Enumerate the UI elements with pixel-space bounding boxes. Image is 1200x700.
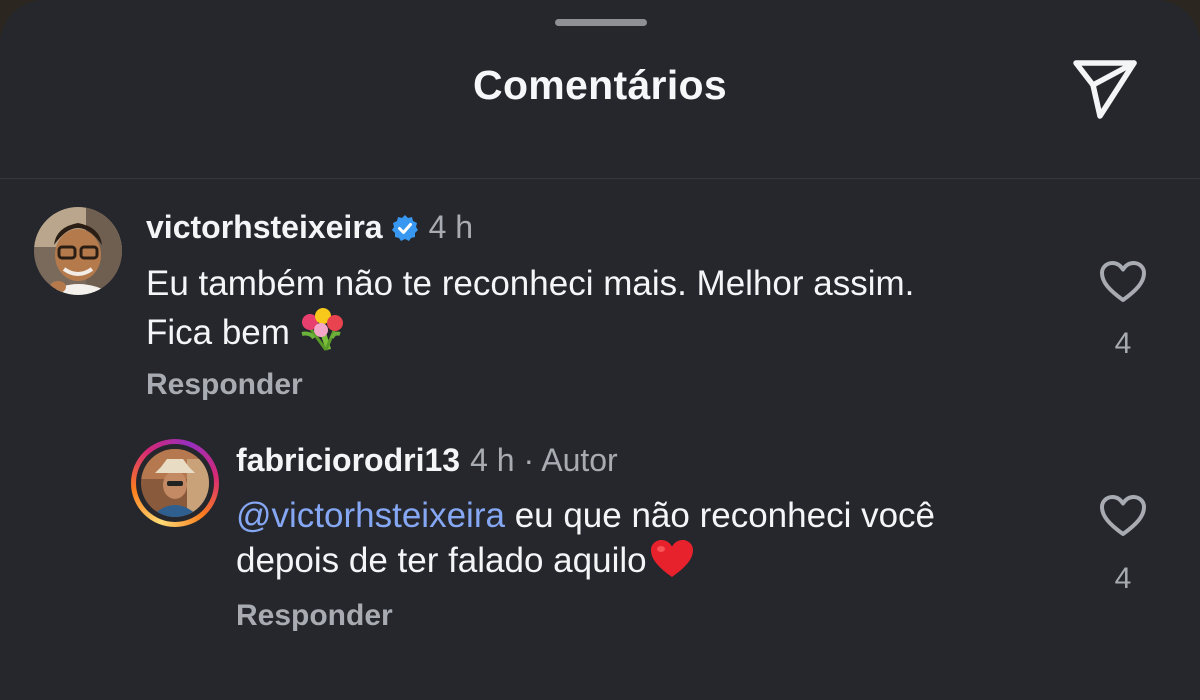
comment-text: @victorhsteixeira eu que não reconheci v… xyxy=(236,494,1076,591)
header-divider xyxy=(0,178,1200,179)
reply-button[interactable]: Responder xyxy=(146,368,303,402)
share-button[interactable] xyxy=(1070,58,1140,120)
comment-text-line: depois de ter falado aquilo xyxy=(236,538,1076,591)
like-count: 4 xyxy=(1114,327,1132,360)
reply-button[interactable]: Responder xyxy=(236,599,393,633)
avatar[interactable] xyxy=(34,207,122,295)
comments-sheet: Comentários victorhsteixeira 4 h Eu tamb… xyxy=(0,0,1200,700)
like-button[interactable] xyxy=(1099,260,1147,304)
comment-header: victorhsteixeira 4 h xyxy=(146,207,473,251)
comment-text: Eu também não te reconheci mais. Melhor … xyxy=(146,262,1066,363)
mention-link[interactable]: @victorhsteixeira xyxy=(236,496,505,535)
comment-time: 4 h xyxy=(470,442,515,478)
bouquet-emoji-icon xyxy=(296,306,346,363)
heart-outline-icon xyxy=(1100,261,1146,302)
comment-username[interactable]: fabriciorodri13 xyxy=(236,442,460,478)
comment-username[interactable]: victorhsteixeira xyxy=(146,209,383,245)
comment-text-segment: eu que não reconheci você xyxy=(514,496,935,535)
paper-plane-icon xyxy=(1073,60,1137,119)
avatar-story-ring[interactable] xyxy=(131,439,219,527)
author-tag: · Autor xyxy=(523,442,618,478)
comment-text-line: Fica bem xyxy=(146,306,1066,363)
verified-badge-icon xyxy=(391,211,419,251)
red-heart-emoji-icon xyxy=(649,538,695,591)
comment-text-segment: depois de ter falado aquilo xyxy=(236,541,647,580)
sheet-grabber[interactable] xyxy=(555,19,647,26)
comment-text-segment: Fica bem xyxy=(146,313,290,352)
like-count: 4 xyxy=(1114,562,1132,595)
heart-outline-icon xyxy=(1100,495,1146,536)
comment-header: fabriciorodri13 4 h · Autor xyxy=(236,440,618,480)
comment-text-line: Eu também não te reconheci mais. Melhor … xyxy=(146,264,915,303)
like-button[interactable] xyxy=(1099,494,1147,538)
sheet-title: Comentários xyxy=(473,62,727,108)
comment-time: 4 h xyxy=(428,209,474,245)
avatar xyxy=(141,449,209,517)
comment-text-line: @victorhsteixeira eu que não reconheci v… xyxy=(236,494,1076,538)
